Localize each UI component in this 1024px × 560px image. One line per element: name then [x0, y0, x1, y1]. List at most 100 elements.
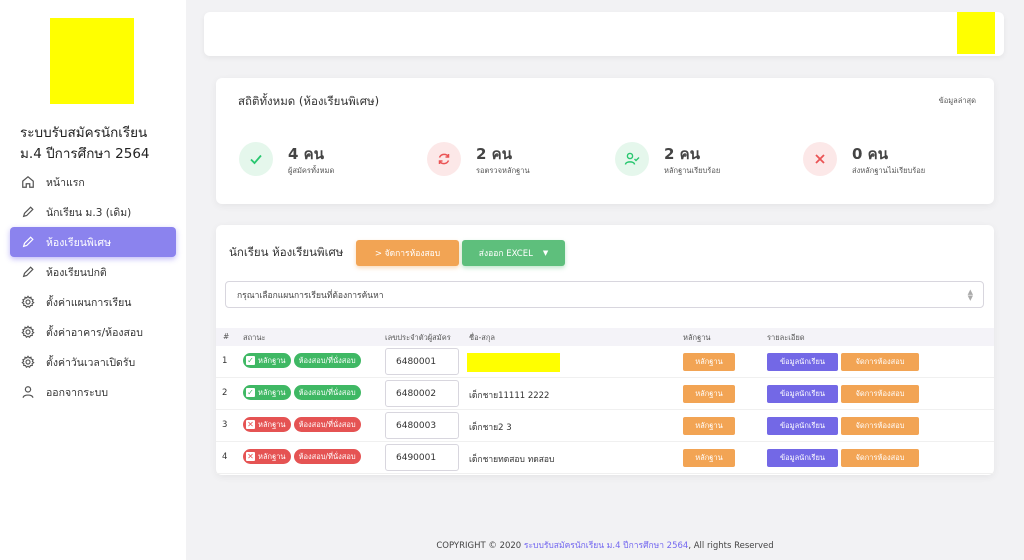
row-index: 3 — [222, 420, 228, 430]
app-title-line1: ระบบรับสมัครนักเรียน — [20, 125, 148, 141]
sidebar-item-label: หน้าแรก — [46, 176, 85, 189]
column-header: ชื่อ-สกุล — [469, 333, 496, 342]
statistics-card: สถิติทั้งหมด (ห้องเรียนพิเศษ) ข้อมูลล่าส… — [216, 78, 994, 204]
badge-label: หลักฐาน — [258, 451, 286, 461]
latest-data-label: ข้อมูลล่าสุด — [938, 96, 976, 105]
stat-label: ส่งหลักฐานไม่เรียบร้อย — [852, 166, 926, 175]
documents-button[interactable]: หลักฐาน — [683, 417, 735, 435]
copyright-suffix: , All rights Reserved — [688, 541, 774, 551]
stat-value: 4 คน — [288, 145, 324, 163]
document-status-badge: ✕ หลักฐาน — [243, 449, 291, 464]
application-number-field[interactable]: 6480002 — [385, 380, 459, 407]
sidebar-item-m3-students[interactable]: นักเรียน ม.3 (เดิม) — [10, 197, 176, 227]
avatar[interactable] — [957, 12, 995, 54]
stat-label: รอตรวจหลักฐาน — [476, 166, 530, 175]
document-status-badge: ✓ หลักฐาน — [243, 385, 291, 400]
pencil-icon — [21, 205, 35, 219]
column-header: เลขประจำตัวผู้สมัคร — [385, 333, 451, 342]
badge-label: หลักฐาน — [258, 355, 286, 365]
pencil-icon — [21, 265, 35, 279]
document-status-badge: ✓ หลักฐาน — [243, 353, 291, 368]
badge-label: หลักฐาน — [258, 419, 286, 429]
column-header: หลักฐาน — [683, 333, 711, 342]
sidebar-item-special-class[interactable]: ห้องเรียนพิเศษ — [10, 227, 176, 257]
school-logo — [50, 18, 134, 104]
stat-label: ผู้สมัครทั้งหมด — [288, 166, 335, 175]
table-header: # สถานะ เลขประจำตัวผู้สมัคร ชื่อ-สกุล หล… — [216, 328, 994, 346]
pencil-icon — [21, 235, 35, 249]
exam-seat-status-badge: ห้องสอบ/ที่นั่งสอบ — [293, 385, 361, 400]
status-badges: ✕ หลักฐาน ห้องสอบ/ที่นั่งสอบ — [243, 417, 364, 432]
sidebar-nav: หน้าแรก นักเรียน ม.3 (เดิม) ห้องเรียนพิเ… — [10, 167, 176, 407]
sidebar-item-label: ตั้งค่าอาคาร/ห้องสอบ — [46, 326, 143, 339]
manage-exam-room-button[interactable]: จัดการห้องสอบ — [841, 385, 919, 403]
stat-total-applicants: 4 คน ผู้สมัครทั้งหมด — [239, 140, 419, 176]
user-check-icon — [615, 142, 649, 176]
application-number-field[interactable]: 6490001 — [385, 444, 459, 471]
table-row: 3 ✕ หลักฐาน ห้องสอบ/ที่นั่งสอบ 6480003 เด… — [216, 410, 994, 442]
refresh-icon — [427, 142, 461, 176]
check-icon — [239, 142, 273, 176]
student-info-button[interactable]: ข้อมูลนักเรียน — [767, 417, 838, 435]
sidebar-item-building-settings[interactable]: ตั้งค่าอาคาร/ห้องสอบ — [10, 317, 176, 347]
sidebar-item-label: ห้องเรียนปกติ — [46, 266, 107, 279]
document-status-badge: ✕ หลักฐาน — [243, 417, 291, 432]
documents-button[interactable]: หลักฐาน — [683, 385, 735, 403]
row-index: 1 — [222, 356, 228, 366]
sidebar: ระบบรับสมัครนักเรียน ม.4 ปีการศึกษา 2564… — [0, 0, 186, 560]
documents-button[interactable]: หลักฐาน — [683, 353, 735, 371]
sidebar-item-label: ห้องเรียนพิเศษ — [46, 236, 112, 249]
column-header: สถานะ — [243, 333, 266, 342]
gear-icon — [21, 355, 35, 369]
sidebar-item-regular-class[interactable]: ห้องเรียนปกติ — [10, 257, 176, 287]
stat-label: หลักฐานเรียบร้อย — [664, 166, 721, 175]
app-title: ระบบรับสมัครนักเรียน ม.4 ปีการศึกษา 2564 — [20, 123, 180, 165]
chevron-down-icon: ▼ — [542, 249, 549, 257]
manage-exam-rooms-button[interactable]: > จัดการห้องสอบ — [356, 240, 459, 266]
students-card: นักเรียน ห้องเรียนพิเศษ > จัดการห้องสอบ … — [216, 225, 994, 475]
check-icon: ✓ — [246, 356, 255, 365]
stat-documents-complete: 2 คน หลักฐานเรียบร้อย — [615, 140, 795, 176]
x-icon — [803, 142, 837, 176]
sidebar-item-study-plan-settings[interactable]: ตั้งค่าแผนการเรียน — [10, 287, 176, 317]
exam-seat-status-badge: ห้องสอบ/ที่นั่งสอบ — [293, 417, 361, 432]
sidebar-item-label: ตั้งค่าแผนการเรียน — [46, 296, 132, 309]
copyright-text: COPYRIGHT © 2020 — [436, 541, 524, 551]
manage-exam-room-button[interactable]: จัดการห้องสอบ — [841, 417, 919, 435]
x-icon: ✕ — [246, 420, 255, 429]
application-number-field[interactable]: 6480003 — [385, 412, 459, 439]
students-title: นักเรียน ห้องเรียนพิเศษ — [229, 245, 344, 259]
sidebar-item-schedule-settings[interactable]: ตั้งค่าวันเวลาเปิดรับ — [10, 347, 176, 377]
status-badges: ✕ หลักฐาน ห้องสอบ/ที่นั่งสอบ — [243, 449, 364, 464]
footer-app-link[interactable]: ระบบรับสมัครนักเรียน ม.4 ปีการศึกษา 2564 — [524, 541, 688, 551]
student-name: เด็กชาย11111 2222 — [469, 391, 550, 401]
manage-exam-room-button[interactable]: จัดการห้องสอบ — [841, 449, 919, 467]
manage-exam-room-button[interactable]: จัดการห้องสอบ — [841, 353, 919, 371]
gear-icon — [21, 325, 35, 339]
study-plan-select[interactable]: กรุณาเลือกแผนการเรียนที่ต้องการค้นหา ▲ ▼ — [225, 281, 984, 308]
student-name: เด็กชายทดสอบ ทดสอบ — [469, 455, 555, 465]
sidebar-item-label: ออกจากระบบ — [46, 386, 108, 399]
sidebar-item-logout[interactable]: ออกจากระบบ — [10, 377, 176, 407]
study-plan-select-value: กรุณาเลือกแผนการเรียนที่ต้องการค้นหา — [237, 290, 384, 301]
sidebar-item-label: ตั้งค่าวันเวลาเปิดรับ — [46, 356, 136, 369]
application-number-field[interactable]: 6480001 — [385, 348, 459, 375]
student-info-button[interactable]: ข้อมูลนักเรียน — [767, 449, 838, 467]
row-index: 2 — [222, 388, 228, 398]
select-arrows-icon: ▲ ▼ — [967, 288, 973, 302]
redacted-name — [467, 353, 560, 372]
column-header: # — [223, 332, 230, 341]
documents-button[interactable]: หลักฐาน — [683, 449, 735, 467]
export-excel-button[interactable]: ส่งออก EXCEL ▼ — [462, 240, 565, 266]
student-name: เด็กชาย2 3 — [469, 423, 512, 433]
gear-icon — [21, 295, 35, 309]
student-info-button[interactable]: ข้อมูลนักเรียน — [767, 353, 838, 371]
user-icon — [21, 385, 35, 399]
badge-label: หลักฐาน — [258, 387, 286, 397]
stat-documents-incomplete: 0 คน ส่งหลักฐานไม่เรียบร้อย — [803, 140, 983, 176]
status-badges: ✓ หลักฐาน ห้องสอบ/ที่นั่งสอบ — [243, 353, 364, 368]
x-icon: ✕ — [246, 452, 255, 461]
student-info-button[interactable]: ข้อมูลนักเรียน — [767, 385, 838, 403]
check-icon: ✓ — [246, 388, 255, 397]
sidebar-item-home[interactable]: หน้าแรก — [10, 167, 176, 197]
